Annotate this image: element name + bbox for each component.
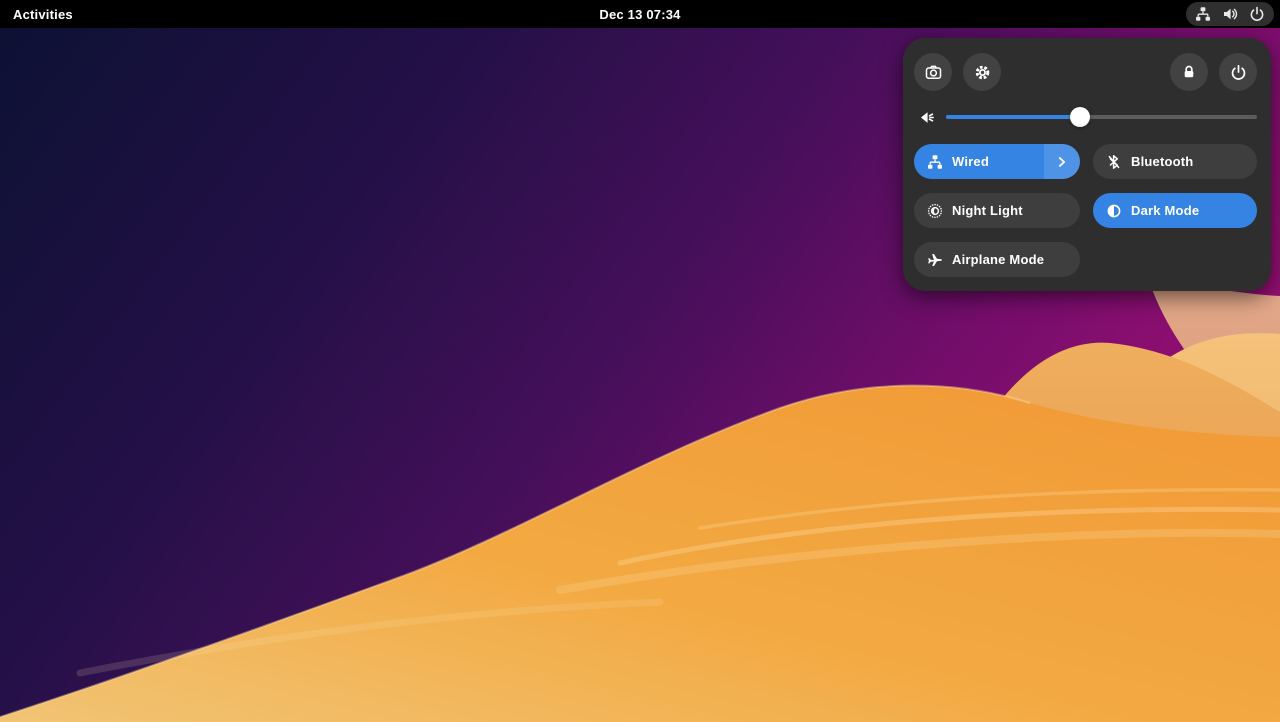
toggle-dark-mode-label: Dark Mode — [1131, 203, 1199, 218]
power-icon — [1249, 6, 1265, 22]
top-bar: Activities Dec 13 07:34 — [0, 0, 1280, 28]
night-light-icon — [927, 203, 943, 219]
lock-screen-button[interactable] — [1170, 53, 1208, 91]
quick-settings-header — [914, 53, 1257, 91]
wired-expand-button[interactable] — [1044, 144, 1080, 179]
network-wired-icon — [1195, 6, 1211, 22]
chevron-right-icon — [1055, 155, 1069, 169]
toggle-airplane-mode[interactable]: Airplane Mode — [914, 242, 1080, 277]
volume-row — [914, 105, 1257, 129]
bluetooth-off-icon — [1106, 154, 1122, 170]
toggle-night-light-label: Night Light — [952, 203, 1023, 218]
toggle-wired[interactable]: Wired — [914, 144, 1080, 179]
toggle-night-light[interactable]: Night Light — [914, 193, 1080, 228]
power-icon — [1230, 64, 1246, 80]
settings-button[interactable] — [963, 53, 1001, 91]
gear-icon — [974, 64, 990, 80]
network-wired-icon — [927, 154, 943, 170]
power-button[interactable] — [1219, 53, 1257, 91]
toggle-bluetooth-label: Bluetooth — [1131, 154, 1193, 169]
system-tray-button[interactable] — [1186, 2, 1274, 26]
lock-icon — [1181, 64, 1197, 80]
dark-mode-icon — [1106, 203, 1122, 219]
clock-button[interactable]: Dec 13 07:34 — [0, 7, 1280, 22]
toggle-airplane-mode-label: Airplane Mode — [952, 252, 1044, 267]
quick-toggles: Wired Bluetooth — [914, 144, 1257, 277]
screenshot-button[interactable] — [914, 53, 952, 91]
volume-high-icon — [1222, 6, 1238, 22]
camera-icon — [925, 64, 941, 80]
toggle-bluetooth[interactable]: Bluetooth — [1093, 144, 1257, 179]
speaker-icon — [918, 109, 934, 125]
toggle-wired-label: Wired — [952, 154, 989, 169]
volume-slider-fill — [946, 115, 1080, 119]
quick-settings-panel: Wired Bluetooth — [903, 38, 1271, 291]
volume-slider[interactable] — [946, 107, 1257, 127]
toggle-dark-mode[interactable]: Dark Mode — [1093, 193, 1257, 228]
volume-slider-handle[interactable] — [1070, 107, 1090, 127]
airplane-icon — [927, 252, 943, 268]
